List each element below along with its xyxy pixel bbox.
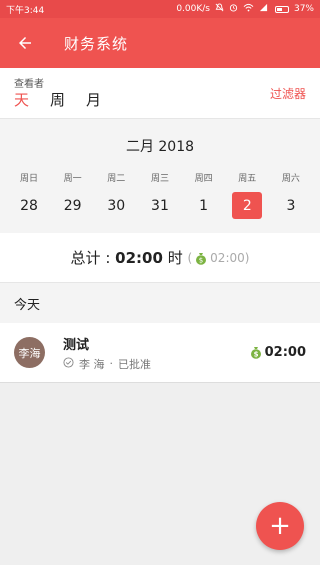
entry-amount-value: 02:00 (264, 345, 306, 360)
paren-open: ( (187, 250, 193, 265)
date-cell[interactable]: 1 (189, 192, 219, 219)
weekday-mon: 周一 (63, 174, 82, 184)
wifi-icon (243, 3, 254, 15)
paren-close: ) (244, 250, 250, 265)
date-cell[interactable]: 31 (145, 192, 175, 219)
weekday-sat: 周六 (281, 174, 300, 184)
tab-week[interactable]: 周 (50, 89, 65, 110)
network-speed: 0.00K/s (176, 4, 210, 14)
battery-level: 37% (293, 4, 314, 14)
alarm-icon (229, 3, 238, 15)
view-selector: 查看者 天 周 月 过滤器 (0, 68, 320, 118)
date-row: 28 29 30 31 1 2 3 (14, 192, 306, 219)
date-cell-selected[interactable]: 2 (232, 192, 263, 219)
calendar-month-label: 二月 2018 (125, 139, 195, 155)
weekday-sun: 周日 (19, 174, 38, 184)
app-bar: 财务系统 (0, 18, 320, 68)
weekday-fri: 周五 (238, 174, 257, 184)
check-circle-icon (63, 356, 74, 371)
entry-info: 测试 李 海 · 已批准 (63, 334, 247, 372)
weekday-tue: 周二 (107, 174, 126, 184)
meta-separator: · (109, 357, 114, 370)
status-bar: 下午3:44 0.00K/s 37% (0, 0, 320, 18)
weekday-row: 周日 周一 周二 周三 周四 周五 周六 (14, 171, 306, 184)
entry-user: 李 海 (79, 357, 105, 371)
add-entry-button[interactable]: + (256, 502, 304, 550)
weekday-wed: 周三 (150, 174, 169, 184)
date-cell[interactable]: 29 (58, 192, 88, 219)
arrow-left-icon (19, 37, 31, 49)
status-time: 下午3:44 (6, 5, 45, 16)
back-button[interactable] (14, 32, 36, 54)
view-tabs: 天 周 月 (14, 89, 101, 110)
svg-text:$: $ (199, 257, 203, 265)
tab-month[interactable]: 月 (86, 89, 101, 110)
list-item[interactable]: 李海 测试 李 海 · 已批准 $ 02:00 (0, 323, 320, 383)
signal-icon (259, 3, 268, 15)
date-cell[interactable]: 3 (276, 192, 306, 219)
entry-amount: $ 02:00 (247, 345, 306, 360)
avatar: 李海 (14, 337, 45, 368)
battery-icon (274, 5, 289, 13)
money-bag-icon: $ (250, 346, 262, 359)
svg-text:$: $ (253, 351, 258, 359)
tab-day[interactable]: 天 (14, 89, 29, 110)
app-title: 财务系统 (64, 34, 129, 53)
total-unit: 时 (167, 249, 183, 267)
status-icons: 0.00K/s 37% (176, 3, 314, 15)
entry-status: 已批准 (118, 357, 151, 371)
money-bag-icon: $ (195, 251, 207, 265)
calendar-week: 二月 2018 周日 周一 周二 周三 周四 周五 周六 28 29 30 31… (0, 118, 320, 233)
bell-off-icon (215, 3, 224, 15)
entry-title: 测试 (63, 337, 90, 353)
total-time: 02:00 (115, 248, 163, 267)
total-summary: 总计 : 02:00 时 ( $ 02:00 ) (0, 233, 320, 283)
filter-button[interactable]: 过滤器 (270, 85, 306, 102)
section-header-today: 今天 (0, 283, 320, 323)
plus-icon: + (269, 511, 291, 541)
weekday-thu: 周四 (194, 174, 213, 184)
billable-time: 02:00 (210, 250, 245, 265)
date-cell[interactable]: 28 (14, 192, 44, 219)
total-prefix: 总计 : (70, 249, 111, 267)
entry-meta: 李 海 · 已批准 (63, 356, 247, 372)
date-cell[interactable]: 30 (101, 192, 131, 219)
view-selector-label: 查看者 (14, 79, 44, 90)
